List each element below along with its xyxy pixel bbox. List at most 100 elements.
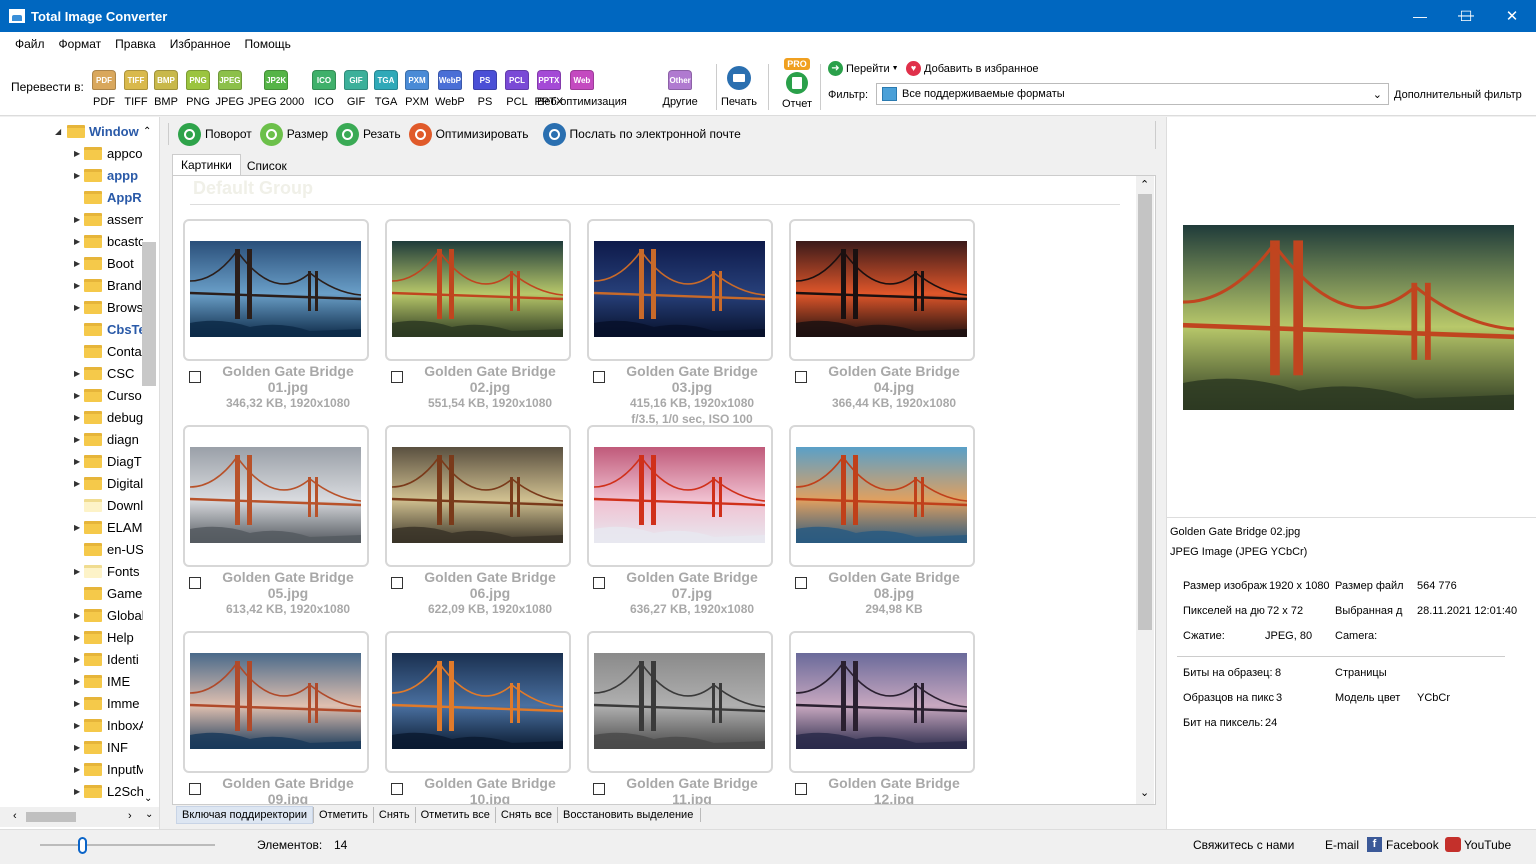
image-card[interactable] bbox=[183, 631, 369, 773]
menu-edit[interactable]: Правка bbox=[108, 37, 163, 51]
tree-item[interactable]: ▶ ELAME bbox=[0, 516, 159, 538]
tree-item[interactable]: ▶ Fonts bbox=[0, 560, 159, 582]
close-button[interactable]: ✕ bbox=[1489, 0, 1535, 32]
expand-right-icon[interactable]: ▶ bbox=[74, 413, 80, 422]
selection-action-3[interactable]: Отметить все bbox=[414, 807, 495, 823]
tree-item[interactable]: ▶ L2Sch bbox=[0, 780, 159, 802]
tree-item[interactable]: ▶ Identi bbox=[0, 648, 159, 670]
h-scroll-thumb[interactable] bbox=[26, 812, 76, 822]
image-thumbnail[interactable] bbox=[594, 447, 765, 543]
selection-action-5[interactable]: Восстановить выделение bbox=[557, 807, 698, 823]
expand-right-icon[interactable]: ▶ bbox=[74, 149, 80, 158]
format-button-other[interactable]: Other Другие bbox=[663, 70, 698, 108]
image-thumbnail[interactable] bbox=[796, 447, 967, 543]
selection-action-2[interactable]: Снять bbox=[372, 807, 415, 823]
image-card[interactable] bbox=[789, 425, 975, 567]
menu-favorites[interactable]: Избранное bbox=[163, 37, 238, 51]
image-card[interactable] bbox=[789, 219, 975, 361]
tree-item[interactable]: ▶ CSC bbox=[0, 362, 159, 384]
expand-right-icon[interactable]: ▶ bbox=[74, 655, 80, 664]
expand-right-icon[interactable]: ▶ bbox=[74, 435, 80, 444]
image-card[interactable] bbox=[183, 425, 369, 567]
tree-item[interactable]: ▶ Help bbox=[0, 626, 159, 648]
menu-file[interactable]: Файл bbox=[8, 37, 52, 51]
expand-right-icon[interactable]: ▶ bbox=[74, 281, 80, 290]
image-thumbnail[interactable] bbox=[796, 241, 967, 337]
action-resize-button[interactable]: Размер bbox=[259, 122, 328, 146]
expand-right-icon[interactable]: ▶ bbox=[74, 787, 80, 796]
tree-item[interactable]: ▶ Brand bbox=[0, 274, 159, 296]
tree-item[interactable]: Conta bbox=[0, 340, 159, 362]
expand-right-icon[interactable]: ▶ bbox=[74, 457, 80, 466]
image-card[interactable] bbox=[789, 631, 975, 773]
image-card[interactable] bbox=[385, 631, 571, 773]
image-thumbnail[interactable] bbox=[796, 653, 967, 749]
image-thumbnail[interactable] bbox=[594, 241, 765, 337]
image-thumbnail[interactable] bbox=[190, 653, 361, 749]
scroll-up-icon[interactable]: ⌃ bbox=[143, 126, 151, 137]
scroll-right-icon[interactable]: › bbox=[128, 810, 132, 822]
format-button-ico[interactable]: ICO ICO bbox=[312, 70, 336, 108]
image-card[interactable] bbox=[183, 219, 369, 361]
selection-action-1[interactable]: Отметить bbox=[313, 807, 373, 823]
tree-item[interactable]: en-US bbox=[0, 538, 159, 560]
expand-down-icon[interactable]: ◢ bbox=[55, 127, 61, 136]
facebook-link[interactable]: Facebook bbox=[1386, 838, 1439, 852]
maximize-button[interactable]: ☐ bbox=[1443, 0, 1489, 32]
scroll-down-icon-2[interactable]: ⌄ bbox=[145, 809, 153, 820]
action-crop-button[interactable]: Резать bbox=[336, 122, 401, 146]
menu-help[interactable]: Помощь bbox=[238, 37, 298, 51]
extra-filter-button[interactable]: Дополнительный фильтр bbox=[1394, 89, 1522, 101]
tree-item[interactable]: CbsTe bbox=[0, 318, 159, 340]
scroll-down-icon[interactable]: ⌄ bbox=[144, 793, 152, 804]
format-button-ps[interactable]: PS PS bbox=[473, 70, 497, 108]
tree-item[interactable]: Game bbox=[0, 582, 159, 604]
tree-vertical-scrollbar[interactable] bbox=[142, 242, 156, 386]
tree-root[interactable]: ◢ Window ⌃ bbox=[0, 120, 159, 142]
scroll-left-icon[interactable]: ‹ bbox=[13, 810, 17, 822]
gallery-scrollbar[interactable]: ⌃ ⌄ bbox=[1136, 176, 1154, 804]
filter-select[interactable]: Все поддерживаемые форматы ⌄ bbox=[876, 83, 1389, 105]
tree-item[interactable]: ▶ bcastc bbox=[0, 230, 159, 252]
print-button[interactable]: Печать bbox=[718, 66, 760, 108]
expand-right-icon[interactable]: ▶ bbox=[74, 765, 80, 774]
tree-item[interactable]: ▶ Digital bbox=[0, 472, 159, 494]
tree-item[interactable]: ▶ Brows bbox=[0, 296, 159, 318]
tree-horizontal-scrollbar[interactable]: ‹ › ⌄ bbox=[0, 807, 159, 827]
selection-action-4[interactable]: Снять все bbox=[494, 807, 557, 823]
image-card[interactable] bbox=[385, 425, 571, 567]
tree-item[interactable]: ▶ Curso bbox=[0, 384, 159, 406]
tree-item[interactable]: Downl bbox=[0, 494, 159, 516]
tree-item[interactable]: ▶ assem bbox=[0, 208, 159, 230]
expand-right-icon[interactable]: ▶ bbox=[74, 391, 80, 400]
format-button-tiff[interactable]: TIFF TIFF bbox=[124, 70, 148, 108]
format-button-gif[interactable]: GIF GIF bbox=[344, 70, 368, 108]
format-button-tga[interactable]: TGA TGA bbox=[374, 70, 398, 108]
image-card[interactable] bbox=[587, 219, 773, 361]
image-thumbnail[interactable] bbox=[190, 241, 361, 337]
expand-right-icon[interactable]: ▶ bbox=[74, 237, 80, 246]
expand-right-icon[interactable]: ▶ bbox=[74, 633, 80, 642]
format-button-pxm[interactable]: PXM PXM bbox=[405, 70, 429, 108]
expand-right-icon[interactable]: ▶ bbox=[74, 699, 80, 708]
image-thumbnail[interactable] bbox=[190, 447, 361, 543]
tree-item[interactable]: ▶ DiagT bbox=[0, 450, 159, 472]
tree-item[interactable]: ▶ appp bbox=[0, 164, 159, 186]
gallery-scroll-up-icon[interactable]: ⌃ bbox=[1140, 178, 1149, 191]
action-optimize-button[interactable]: Оптимизировать bbox=[408, 122, 529, 146]
expand-right-icon[interactable]: ▶ bbox=[74, 215, 80, 224]
format-button-jpeg[interactable]: JPEG JPEG bbox=[216, 70, 244, 108]
email-link[interactable]: E-mail bbox=[1325, 838, 1359, 852]
tree-item[interactable]: ▶ InboxA bbox=[0, 714, 159, 736]
expand-right-icon[interactable]: ▶ bbox=[74, 171, 80, 180]
tree-item[interactable]: ▶ debug bbox=[0, 406, 159, 428]
expand-right-icon[interactable]: ▶ bbox=[74, 479, 80, 488]
gallery-scroll-thumb[interactable] bbox=[1138, 194, 1152, 630]
minimize-button-visible[interactable]: — bbox=[1397, 0, 1443, 32]
image-card[interactable] bbox=[385, 219, 571, 361]
tree-item[interactable]: ▶ appco bbox=[0, 142, 159, 164]
action-rotate-button[interactable]: Поворот bbox=[178, 122, 252, 146]
expand-right-icon[interactable]: ▶ bbox=[74, 721, 80, 730]
tree-item[interactable]: ▶ INF bbox=[0, 736, 159, 758]
expand-right-icon[interactable]: ▶ bbox=[74, 677, 80, 686]
